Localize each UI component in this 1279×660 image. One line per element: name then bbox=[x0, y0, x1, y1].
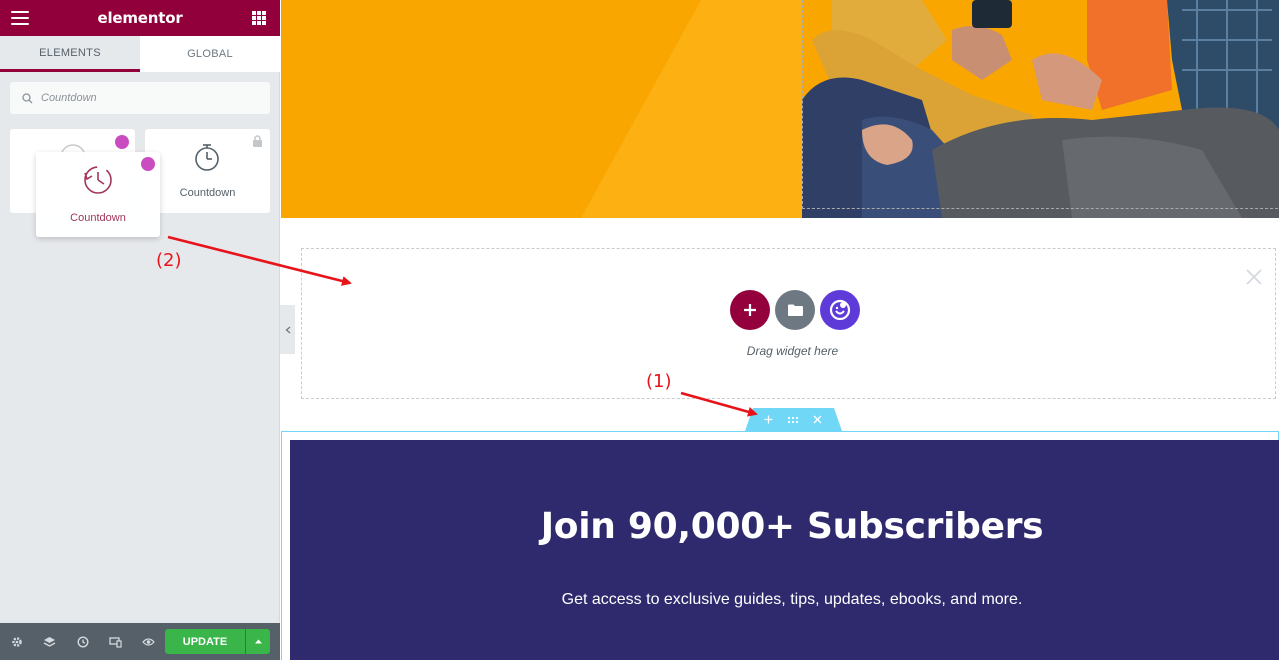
plus-icon bbox=[764, 415, 772, 424]
update-options-button[interactable] bbox=[246, 629, 270, 654]
lock-icon bbox=[253, 135, 262, 147]
menu-icon[interactable] bbox=[11, 11, 29, 25]
delete-section-button[interactable] bbox=[806, 408, 828, 431]
elementor-panel: elementor ELEMENTS GLOBAL Countdown Coun… bbox=[0, 0, 280, 660]
drag-handle-icon bbox=[787, 416, 799, 423]
hero-section bbox=[281, 0, 1279, 218]
essential-addons-templates-button[interactable] bbox=[820, 290, 860, 330]
widgets-grid-icon[interactable] bbox=[252, 11, 266, 25]
add-section-handle-button[interactable] bbox=[757, 408, 779, 431]
history-icon[interactable] bbox=[66, 623, 99, 660]
plus-icon bbox=[744, 304, 756, 316]
responsive-icon[interactable] bbox=[99, 623, 132, 660]
preview-icon[interactable] bbox=[132, 623, 165, 660]
add-template-button[interactable] bbox=[775, 290, 815, 330]
panel-header: elementor bbox=[0, 0, 280, 36]
layers-icon[interactable] bbox=[33, 623, 66, 660]
settings-icon[interactable] bbox=[0, 623, 33, 660]
ea-logo-icon bbox=[829, 299, 851, 321]
annotation-label-2: (2) bbox=[156, 250, 182, 271]
dragged-widget-countdown[interactable]: Countdown bbox=[36, 152, 160, 237]
search-icon bbox=[22, 92, 33, 103]
collapse-panel-toggle[interactable] bbox=[280, 305, 295, 354]
folder-icon bbox=[787, 304, 803, 316]
add-section-button[interactable] bbox=[730, 290, 770, 330]
subscribe-section bbox=[290, 440, 1279, 660]
ea-pro-badge bbox=[141, 157, 155, 171]
drag-widget-hint: Drag widget here bbox=[746, 344, 839, 358]
elementor-editor: elementor ELEMENTS GLOBAL Countdown Coun… bbox=[0, 0, 1279, 660]
search-input[interactable]: Countdown bbox=[10, 82, 270, 114]
stopwatch-icon bbox=[195, 144, 219, 171]
annotation-label-1: (1) bbox=[646, 371, 672, 392]
hero-background-shape bbox=[581, 0, 802, 218]
close-icon bbox=[813, 415, 821, 424]
chevron-left-icon bbox=[285, 326, 290, 333]
caret-up-icon bbox=[254, 639, 262, 644]
widget-label: Countdown bbox=[70, 212, 126, 224]
subscribe-description: Get access to exclusive guides, tips, up… bbox=[561, 591, 1023, 608]
search-value: Countdown bbox=[41, 92, 97, 104]
countdown-clock-icon bbox=[84, 166, 112, 194]
subscribe-heading: Join 90,000+ Subscribers bbox=[540, 506, 1044, 547]
panel-tabs: ELEMENTS GLOBAL bbox=[0, 36, 280, 72]
column-outline bbox=[802, 0, 1278, 209]
widget-countdown-pro[interactable]: Countdown bbox=[145, 129, 270, 213]
tab-elements[interactable]: ELEMENTS bbox=[0, 36, 140, 72]
close-icon[interactable] bbox=[1245, 268, 1263, 286]
update-button[interactable]: UPDATE bbox=[165, 629, 245, 654]
drag-section-handle[interactable] bbox=[782, 408, 804, 431]
widget-label: Countdown bbox=[179, 187, 236, 199]
brand-logo: elementor bbox=[97, 9, 183, 27]
ea-pro-badge bbox=[115, 135, 129, 149]
tab-global[interactable]: GLOBAL bbox=[140, 36, 280, 72]
